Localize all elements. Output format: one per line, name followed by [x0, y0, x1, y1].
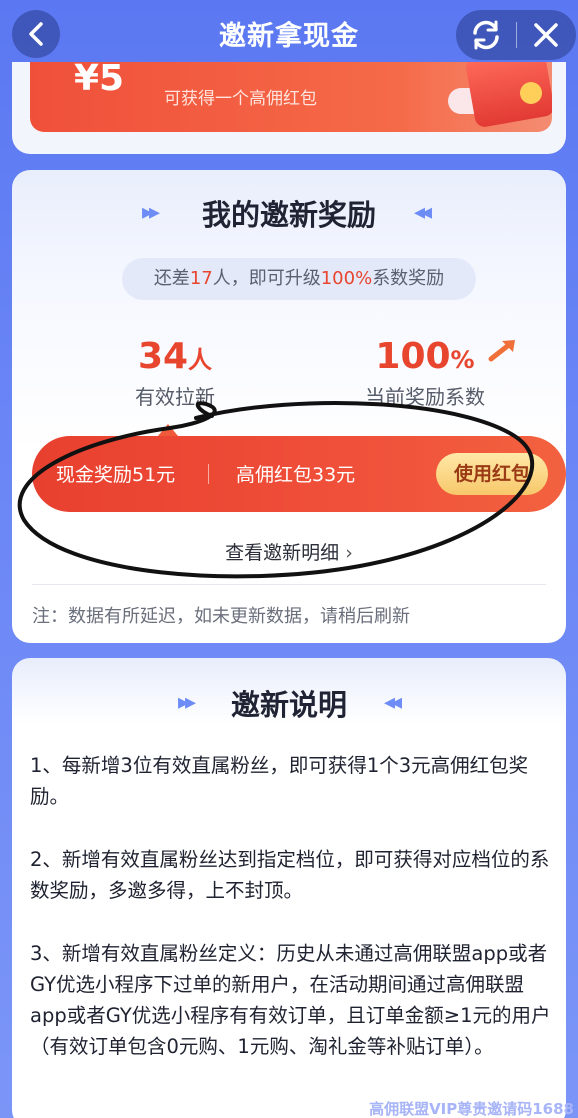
watermark: 高佣联盟VIP尊贵邀请码1688 [369, 1100, 574, 1118]
rule-item-2: 2、新增有效直属粉丝达到指定档位，即可获得对应档位的系数奖励，多邀多得，上不封顶… [30, 848, 550, 902]
arrows-left-icon: ◂◂ [414, 200, 432, 225]
view-invite-details-link[interactable]: 查看邀新明细 › [12, 538, 566, 565]
invites-stat: 34人 有效拉新 [100, 336, 250, 410]
bonus-amount: ¥5 [74, 62, 125, 99]
tip-suffix: 系数奖励 [372, 268, 445, 289]
my-reward-card: ▸▸ 我的邀新奖励 ◂◂ 还差17人，即可升级100%系数奖励 34人 有效拉新… [12, 170, 566, 643]
rules-title: 邀新说明 [230, 688, 347, 722]
reward-title: 我的邀新奖励 [201, 198, 376, 232]
rule-item-3: 3、新增有效直属粉丝定义：历史从未通过高佣联盟app或者GY优选小程序下过单的新… [30, 942, 551, 1058]
red-packet-reward: 高佣红包33元 [236, 464, 356, 486]
cash-reward: 现金奖励51元 [56, 464, 176, 486]
refresh-icon [473, 20, 499, 50]
arrows-left-icon: ◂◂ [384, 690, 402, 715]
invites-label: 有效拉新 [135, 385, 215, 409]
divider [32, 584, 546, 585]
tip-percent: 100% [320, 268, 373, 289]
use-red-packet-button[interactable]: 使用红包 [436, 453, 548, 495]
reward-summary-bar: 现金奖励51元 高佣红包33元 使用红包 [32, 436, 566, 512]
coef-unit: % [450, 346, 475, 374]
close-icon [534, 23, 558, 47]
tip-count: 17 [189, 268, 213, 289]
red-packet-banner[interactable]: ¥5 可获得一个高佣红包 [30, 62, 552, 132]
tip-prefix: 还差 [153, 268, 190, 289]
chevron-right-icon: › [345, 542, 353, 564]
mini-program-capsule [456, 10, 576, 60]
upgrade-tip: 还差17人，即可升级100%系数奖励 [122, 258, 476, 300]
close-button[interactable] [516, 10, 576, 60]
bonus-subtitle: 可获得一个高佣红包 [164, 89, 317, 109]
tab-pointer [158, 424, 178, 436]
rule-item-1: 1、每新增3位有效直属粉丝，即可获得1个3元高佣红包奖励。 [30, 754, 529, 808]
coefficient-stat: 100% 当前奖励系数 [350, 336, 500, 410]
trend-up-icon [488, 340, 515, 362]
invites-value: 34 [137, 336, 189, 377]
bar-divider [208, 464, 209, 484]
new-user-bonus-card: ¥5 可获得一个高佣红包 [12, 62, 566, 154]
data-delay-note: 注：数据有所延迟，如未更新数据，请稍后刷新 [32, 606, 410, 627]
invites-unit: 人 [188, 346, 213, 374]
tip-mid: 人，即可升级 [212, 268, 321, 289]
coef-value: 100 [375, 336, 451, 377]
coin-icon [520, 82, 542, 104]
coef-label: 当前奖励系数 [365, 385, 485, 409]
rules-card: ▸▸ 邀新说明 ◂◂ 1、每新增3位有效直属粉丝，即可获得1个3元高佣红包奖励。… [12, 658, 566, 1118]
refresh-button[interactable] [456, 10, 516, 60]
detail-link-label: 查看邀新明细 [225, 542, 340, 564]
